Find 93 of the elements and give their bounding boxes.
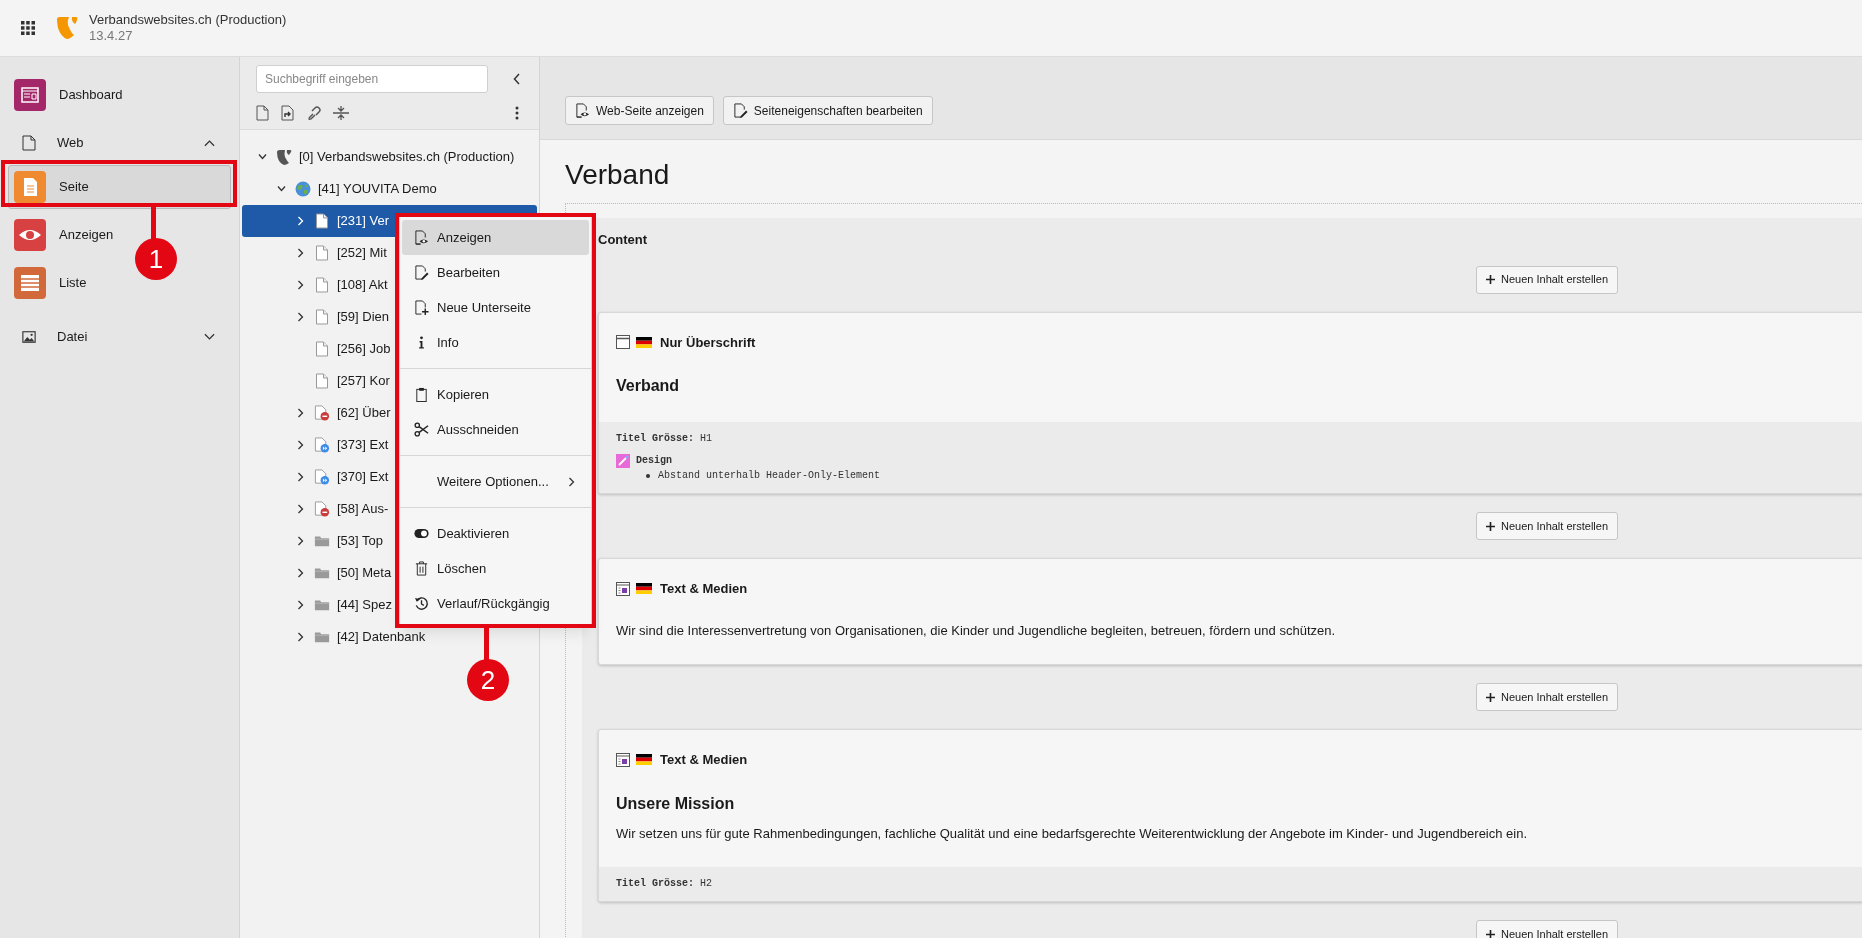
- menu-item[interactable]: Bearbeiten: [402, 255, 589, 290]
- page-title: Verband: [565, 158, 671, 192]
- menu-item[interactable]: Ausschneiden: [402, 412, 589, 447]
- menu-item[interactable]: Neue Unterseite: [402, 290, 589, 325]
- element-type-label: Text & Medien: [660, 580, 748, 598]
- field-value: Titel Grösse: H1: [616, 432, 714, 446]
- more-options-icon[interactable]: [515, 106, 519, 120]
- clipboard-icon: [414, 387, 429, 402]
- chevron-right-icon[interactable]: [296, 568, 305, 578]
- bullet-icon: [646, 473, 650, 478]
- new-content-button[interactable]: Neuen Inhalt erstellen: [1476, 265, 1618, 294]
- module-group-header[interactable]: Web: [0, 121, 239, 165]
- plus-icon: [1486, 521, 1495, 531]
- new-page-icon[interactable]: [256, 105, 269, 121]
- plus-icon: [1486, 275, 1495, 284]
- tree-item[interactable]: [41] YOUVITA Demo: [242, 173, 537, 205]
- module-item[interactable]: Dashboard: [8, 73, 231, 117]
- element-type-label: Nur Überschrift: [660, 333, 756, 352]
- menu-item[interactable]: Anzeigen: [402, 220, 589, 255]
- module-group-header[interactable]: Datei: [0, 315, 239, 359]
- menu-item[interactable]: Verlauf/Rückgängig: [402, 586, 589, 621]
- chevron-down-icon[interactable]: [277, 184, 286, 194]
- brush-icon: [616, 453, 630, 468]
- flag-icon: [636, 336, 652, 348]
- menu-item[interactable]: Info: [402, 325, 589, 360]
- new-content-button[interactable]: Neuen Inhalt erstellen: [1476, 683, 1618, 711]
- page-icon: [314, 277, 330, 293]
- history-icon: [414, 596, 429, 611]
- page-icon: [314, 213, 330, 229]
- element-text: Wir setzen uns für gute Rahmenbedingungen, fachliche Qualität und eine bedarfsgerechte Weiterentwicklung der Angebote im Kinder- und Jugendbereich ein.: [616, 824, 1529, 843]
- search-field[interactable]: Suchbegriff eingeben: [256, 65, 488, 93]
- design-item: Abstand unterhalb Header-Only-Element: [658, 469, 881, 483]
- version-label: 13.4.27: [89, 28, 134, 44]
- field-value: Titel Grösse: H2: [616, 877, 714, 891]
- chevron-right-icon[interactable]: [296, 248, 305, 258]
- module-item[interactable]: Seite: [8, 165, 231, 209]
- page-shortcut-icon[interactable]: [281, 105, 295, 121]
- tree-item[interactable]: [0] Verbandswebsites.ch (Production): [242, 141, 537, 173]
- chevron-right-icon[interactable]: [296, 536, 305, 546]
- chevron-right-icon[interactable]: [296, 280, 305, 290]
- page-icon: [22, 135, 36, 151]
- element-headline: Verband: [616, 376, 681, 396]
- page-eye-icon: [414, 230, 429, 245]
- trash-icon: [414, 561, 429, 576]
- page-icon: [314, 309, 330, 325]
- page-icon: [314, 341, 330, 357]
- tree-item[interactable]: [42] Datenbank: [242, 621, 537, 653]
- page-eye-icon: [575, 103, 590, 118]
- chevron-down-icon[interactable]: [258, 152, 267, 162]
- link-icon[interactable]: [307, 106, 321, 120]
- plus-icon: [1486, 692, 1495, 702]
- chevron-right-icon[interactable]: [296, 504, 305, 514]
- flag-icon: [636, 583, 652, 595]
- element-text: Wir sind die Interessenvertretung von Organisationen, die Kinder und Jugendliche begleiten, betreuen, fördern und schützen.: [616, 621, 1337, 640]
- new-content-button[interactable]: Neuen Inhalt erstellen: [1476, 512, 1618, 540]
- collapse-icon[interactable]: [513, 73, 521, 85]
- logo-icon: [276, 149, 292, 165]
- chevron-right-icon[interactable]: [296, 632, 305, 642]
- site-title: Verbandswebsites.ch (Production): [89, 12, 287, 28]
- page-pencil-icon: [414, 265, 429, 280]
- edit-properties-button[interactable]: Seiteneigenschaften bearbeiten: [722, 96, 933, 125]
- chevron-right-icon[interactable]: [296, 472, 305, 482]
- chevron-right-icon[interactable]: [296, 600, 305, 610]
- page-plus-icon: [414, 300, 429, 315]
- new-content-button[interactable]: Neuen Inhalt erstellen: [1476, 920, 1618, 938]
- chevron-right-icon[interactable]: [296, 440, 305, 450]
- text-media-element-icon: [616, 581, 630, 596]
- header-element-icon: [616, 335, 630, 350]
- page-icon: [314, 245, 330, 261]
- element-type-label: Text & Medien: [660, 751, 748, 769]
- chevron-right-icon[interactable]: [296, 408, 305, 418]
- divider-icon[interactable]: [333, 106, 349, 120]
- scissors-icon: [414, 422, 429, 437]
- plus-icon: [1486, 929, 1495, 938]
- menu-item[interactable]: Löschen: [402, 551, 589, 586]
- page-pencil-icon: [732, 103, 748, 118]
- page-arrow-icon: [314, 469, 330, 485]
- view-page-button[interactable]: Web-Seite anzeigen: [565, 96, 714, 125]
- page-minus-icon: [314, 501, 330, 517]
- design-label: Design: [636, 454, 672, 468]
- globe-icon: [295, 181, 311, 197]
- toggle-icon: [414, 526, 429, 541]
- app-grid-icon[interactable]: [21, 21, 35, 35]
- chevron-right-icon[interactable]: [296, 312, 305, 322]
- page-arrow-icon: [314, 437, 330, 453]
- flag-icon: [636, 754, 652, 766]
- image-icon: [22, 329, 36, 345]
- menu-item[interactable]: Kopieren: [402, 377, 589, 412]
- element-headline: Unsere Mission: [616, 793, 736, 814]
- page-icon: [314, 373, 330, 389]
- column-title: Content: [598, 231, 649, 249]
- text-media-element-icon: [616, 752, 630, 767]
- page-minus-icon: [314, 405, 330, 421]
